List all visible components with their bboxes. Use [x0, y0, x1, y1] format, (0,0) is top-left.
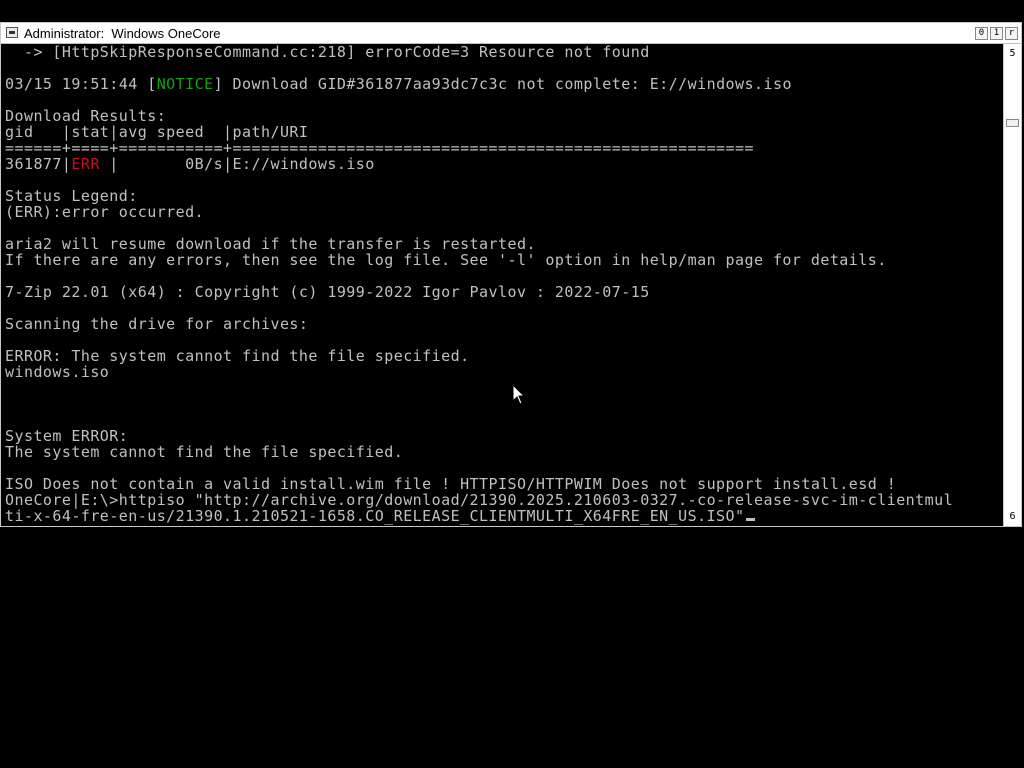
title-bar[interactable]: Administrator: Windows OneCore 0 1 r: [1, 23, 1021, 44]
vertical-scrollbar[interactable]: 5 6: [1003, 44, 1021, 526]
console-line: System ERROR:: [5, 427, 129, 445]
minimize-button[interactable]: 0: [975, 27, 988, 40]
notice-tag: NOTICE: [156, 75, 214, 93]
scroll-thumb[interactable]: [1006, 119, 1019, 127]
console-line: Status Legend:: [5, 187, 138, 205]
console-line: ISO Does not contain a valid install.wim…: [5, 475, 897, 493]
console-window: Administrator: Windows OneCore 0 1 r -> …: [0, 22, 1022, 527]
console-line: 7-Zip 22.01 (x64) : Copyright (c) 1999-2…: [5, 283, 650, 301]
maximize-button[interactable]: 1: [990, 27, 1003, 40]
console-line: -> [HttpSkipResponseCommand.cc:218] erro…: [5, 44, 650, 61]
window-title: Administrator: Windows OneCore: [24, 26, 221, 41]
console-line: ======+====+===========+================…: [5, 139, 754, 157]
console-line-result: 361877|ERR | 0B/s|E://windows.iso: [5, 156, 375, 172]
err-tag: ERR: [71, 155, 100, 173]
result-rest: | 0B/s|E://windows.iso: [99, 155, 375, 173]
notice-message: ] Download GID#361877aa93dc7c3c not comp…: [213, 75, 792, 93]
console-line: The system cannot find the file specifie…: [5, 443, 404, 461]
console-line: OneCore|E:\>httpiso "http://archive.org/…: [5, 491, 954, 509]
text-cursor: [745, 518, 755, 521]
close-button[interactable]: r: [1005, 27, 1018, 40]
window-controls: 0 1 r: [975, 27, 1018, 40]
console-line: aria2 will resume download if the transf…: [5, 235, 536, 253]
mouse-pointer-icon: [512, 384, 526, 405]
scroll-up-button[interactable]: 5: [1006, 47, 1019, 61]
console-line: gid |stat|avg speed |path/URI: [5, 123, 309, 141]
console-line-notice: 03/15 19:51:44 [NOTICE] Download GID#361…: [5, 76, 792, 92]
scroll-down-button[interactable]: 6: [1006, 510, 1019, 524]
command-text: ti-x-64-fre-en-us/21390.1.210521-1658.CO…: [5, 507, 745, 525]
console-line: (ERR):error occurred.: [5, 203, 205, 221]
console-line: If there are any errors, then see the lo…: [5, 251, 887, 269]
console-line: ERROR: The system cannot find the file s…: [5, 347, 470, 365]
notice-prefix: 03/15 19:51:44 [: [5, 75, 157, 93]
console-line: windows.iso: [5, 363, 110, 381]
result-gid: 361877|: [5, 155, 72, 173]
console-line: Download Results:: [5, 107, 167, 125]
console-line: Scanning the drive for archives:: [5, 315, 309, 333]
console-app-icon[interactable]: [6, 27, 18, 38]
console-output[interactable]: -> [HttpSkipResponseCommand.cc:218] erro…: [2, 44, 1004, 526]
command-prompt-line[interactable]: ti-x-64-fre-en-us/21390.1.210521-1658.CO…: [5, 508, 755, 524]
